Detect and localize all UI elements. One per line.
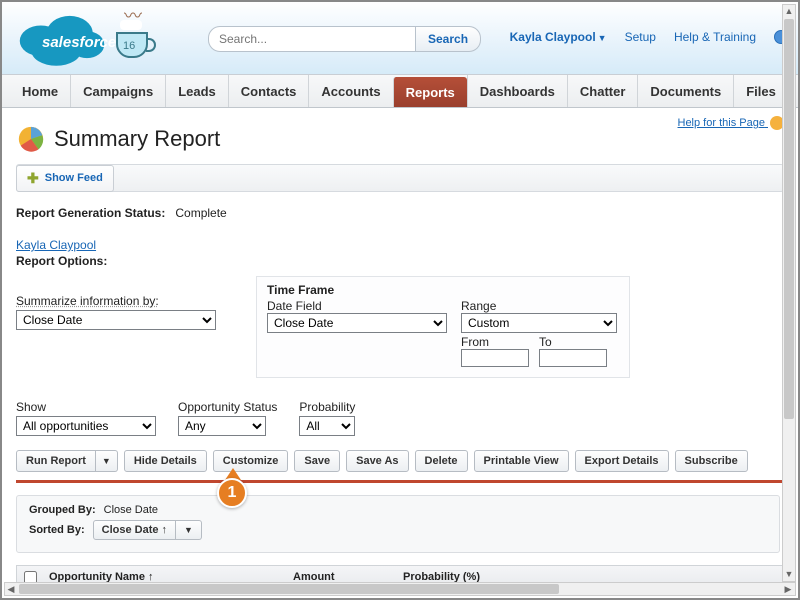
user-name: Kayla Claypool [510, 30, 596, 44]
chevron-down-icon: ▼ [598, 33, 607, 43]
run-report-menu[interactable]: ▼ [96, 450, 118, 472]
tab-accounts[interactable]: Accounts [308, 75, 392, 107]
range-label: Range [461, 299, 617, 313]
opp-status-label: Opportunity Status [178, 400, 277, 414]
section-divider [16, 480, 784, 483]
report-pie-icon [16, 124, 46, 154]
save-button[interactable]: Save [294, 450, 340, 472]
to-date-input[interactable] [539, 349, 607, 367]
grouped-by-value: Close Date [104, 504, 158, 516]
tab-chatter[interactable]: Chatter [567, 75, 638, 107]
sorted-by-button[interactable]: Close Date ↑ [93, 520, 176, 540]
delete-button[interactable]: Delete [415, 450, 468, 472]
range-select[interactable]: Custom [461, 313, 617, 333]
vertical-scrollbar[interactable]: ▲▼ [782, 4, 796, 582]
report-options-label: Report Options: [16, 254, 784, 268]
primary-tabs: Home Campaigns Leads Contacts Accounts R… [2, 74, 798, 108]
from-label: From [461, 335, 529, 349]
status-label: Report Generation Status: [16, 206, 165, 220]
time-frame-panel: Time Frame Date Field Close Date Range C… [256, 276, 630, 378]
save-as-button[interactable]: Save As [346, 450, 408, 472]
grouping-panel: Grouped By: Close Date Sorted By: Close … [16, 495, 780, 553]
global-search-button[interactable]: Search [416, 26, 481, 52]
time-frame-title: Time Frame [267, 283, 617, 297]
help-training-link[interactable]: Help & Training [674, 30, 756, 44]
seasonal-mug-icon: 〰 16 [114, 4, 154, 64]
report-owner-link[interactable]: Kayla Claypool [16, 238, 96, 252]
subscribe-button[interactable]: Subscribe [675, 450, 748, 472]
page-title: Summary Report [54, 126, 220, 152]
summarize-by-select[interactable]: Close Date [16, 310, 216, 330]
global-search-input[interactable] [208, 26, 416, 52]
plus-icon: ✚ [27, 170, 39, 187]
step-callout-number: 1 [217, 478, 247, 508]
tab-home[interactable]: Home [10, 75, 70, 107]
tab-contacts[interactable]: Contacts [228, 75, 309, 107]
show-label: Show [16, 400, 156, 414]
hide-details-button[interactable]: Hide Details [124, 450, 207, 472]
status-value: Complete [175, 206, 226, 220]
setup-link[interactable]: Setup [625, 30, 656, 44]
show-feed-button[interactable]: ✚ Show Feed [16, 165, 114, 192]
probability-select[interactable]: All [299, 416, 355, 436]
tab-reports[interactable]: Reports [393, 77, 467, 107]
printable-view-button[interactable]: Printable View [474, 450, 569, 472]
horizontal-scrollbar[interactable]: ◀▶ [4, 582, 796, 596]
probability-label: Probability [299, 400, 355, 414]
global-header: salesforce 〰 16 Search Kayla Claypool▼ S… [2, 2, 798, 74]
help-for-page-link[interactable]: Help for this Page [678, 116, 785, 130]
opp-status-select[interactable]: Any [178, 416, 266, 436]
export-details-button[interactable]: Export Details [575, 450, 669, 472]
sorted-by-label: Sorted By: [29, 524, 85, 536]
tab-files[interactable]: Files [733, 75, 788, 107]
salesforce-logo: salesforce [14, 6, 110, 68]
tab-leads[interactable]: Leads [165, 75, 228, 107]
mug-number: 16 [123, 40, 135, 52]
run-report-button[interactable]: Run Report [16, 450, 96, 472]
user-menu[interactable]: Kayla Claypool▼ [510, 30, 607, 44]
from-date-input[interactable] [461, 349, 529, 367]
logo-text: salesforce [42, 34, 116, 51]
to-label: To [539, 335, 607, 349]
step-callout-1: 1 [217, 468, 249, 510]
grouped-by-label: Grouped By: [29, 504, 96, 516]
feed-bar: ✚ Show Feed [16, 164, 784, 192]
summarize-by-label: Summarize information by: [16, 294, 216, 308]
tab-documents[interactable]: Documents [637, 75, 733, 107]
show-feed-label: Show Feed [45, 172, 103, 184]
action-button-row: Run Report ▼ Hide Details Customize Save… [16, 450, 784, 472]
date-field-label: Date Field [267, 299, 447, 313]
show-select[interactable]: All opportunities [16, 416, 156, 436]
date-field-select[interactable]: Close Date [267, 313, 447, 333]
sorted-by-menu[interactable]: ▼ [176, 520, 202, 540]
tab-dashboards[interactable]: Dashboards [467, 75, 567, 107]
tab-campaigns[interactable]: Campaigns [70, 75, 165, 107]
help-for-page-label: Help for this Page [678, 117, 765, 129]
